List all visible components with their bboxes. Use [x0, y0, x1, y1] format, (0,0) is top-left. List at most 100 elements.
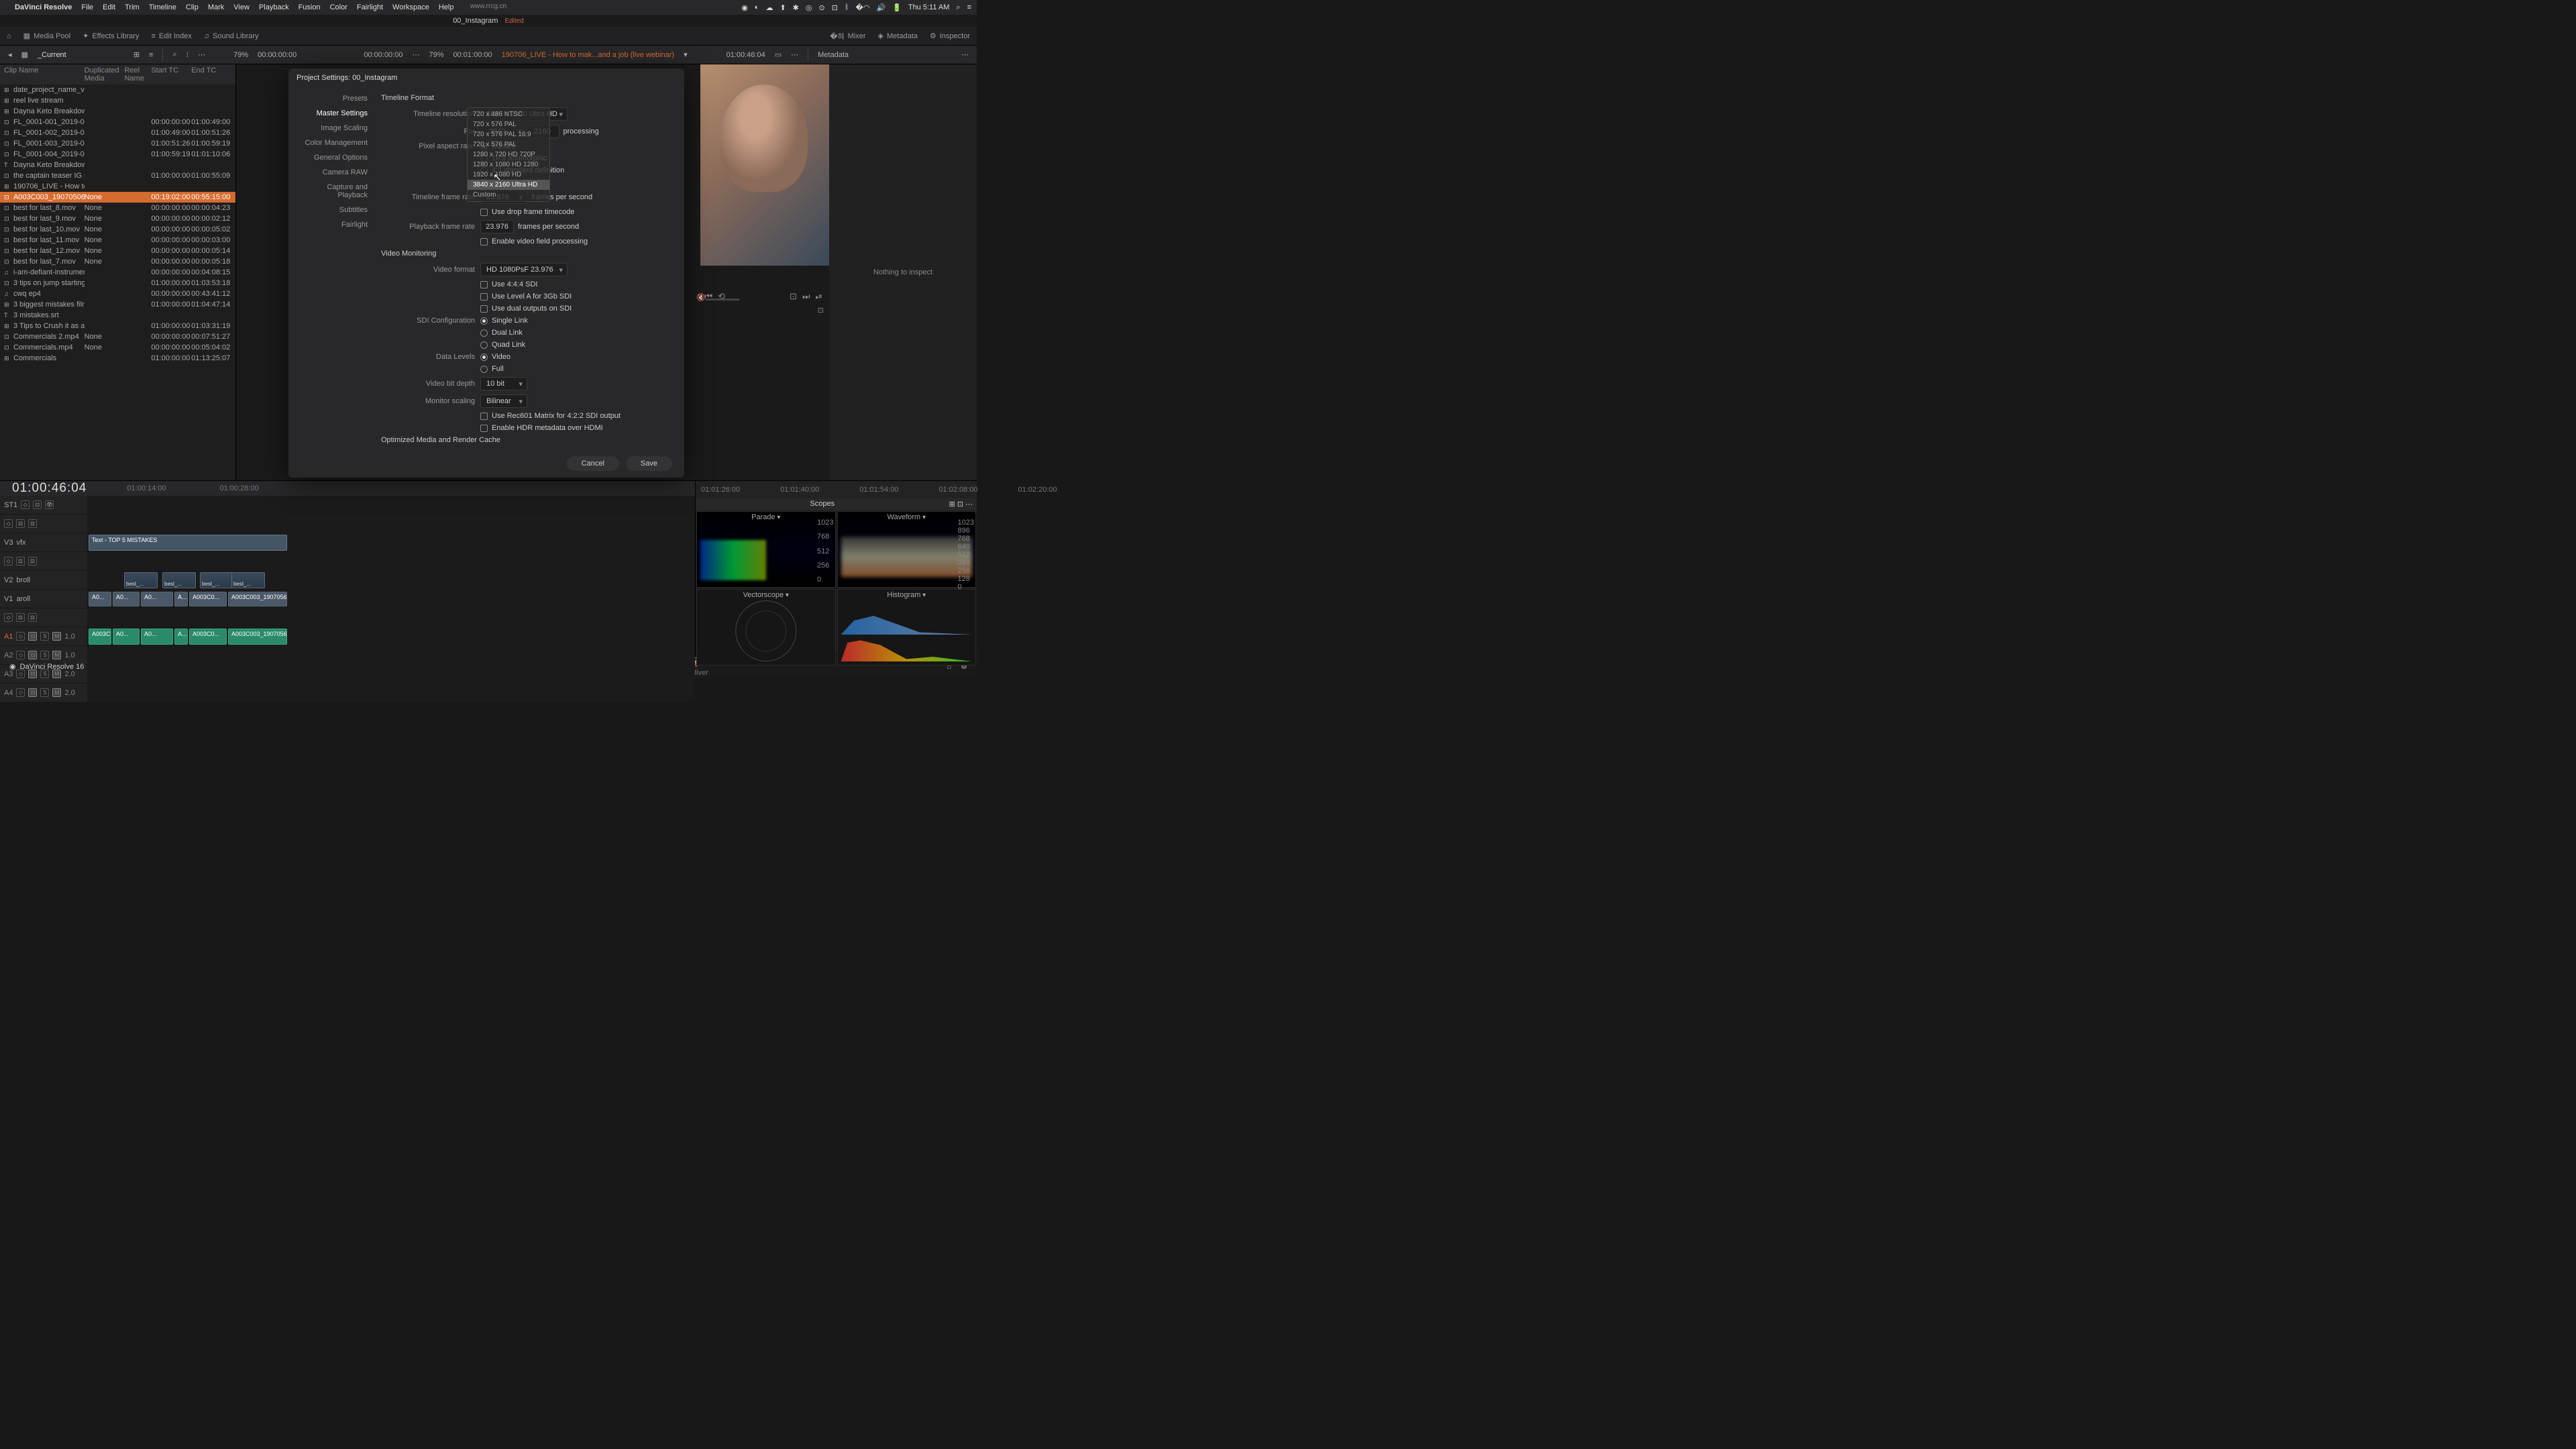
- track-v2[interactable]: V2broll: [0, 571, 87, 590]
- media-pool-row[interactable]: ⊞Dayna Keto Breakdown: [0, 106, 235, 117]
- media-pool-row[interactable]: ⊡best for last_8.movNone00:00:00:0000:00…: [0, 203, 235, 213]
- media-pool-row[interactable]: ⊡Commercials.mp4None00:00:00:0000:05:04:…: [0, 342, 235, 353]
- media-pool-row[interactable]: ⊡Commercials 2.mp4None00:00:00:0000:07:5…: [0, 331, 235, 342]
- res-option[interactable]: 1280 x 1080 HD 1280: [468, 160, 549, 170]
- media-pool-row[interactable]: ⊡best for last_10.movNone00:00:00:0000:0…: [0, 224, 235, 235]
- sort-icon[interactable]: ⁝: [186, 50, 189, 59]
- media-pool-row[interactable]: ⊞3 Tips to Crush it as a free...01:00:00…: [0, 321, 235, 331]
- dl-video-radio[interactable]: [480, 354, 488, 361]
- tray-menu-icon[interactable]: ≡: [967, 3, 971, 11]
- track-a4[interactable]: A4◇⊡SM2.0: [0, 684, 87, 702]
- menu-trim[interactable]: Trim: [125, 3, 140, 11]
- dim-icon[interactable]: ⊡: [818, 306, 824, 315]
- res-option[interactable]: 720 x 576 PAL: [468, 119, 549, 129]
- tray-icon[interactable]: ⊙: [819, 3, 825, 12]
- mute-icon[interactable]: 🔇: [696, 293, 706, 302]
- rec601-checkbox[interactable]: [480, 413, 488, 420]
- tray-search-icon[interactable]: ⌕: [956, 3, 960, 12]
- source-zoom[interactable]: 79%: [233, 51, 248, 59]
- track-v3-ctrl[interactable]: ◇⊡⊡: [0, 552, 87, 571]
- menu-view[interactable]: View: [233, 3, 250, 11]
- media-pool-row[interactable]: ⊞3 biggest mistakes filmma...01:00:00:00…: [0, 299, 235, 310]
- program-viewer[interactable]: [700, 64, 829, 266]
- cat-fairlight[interactable]: Fairlight: [288, 217, 376, 232]
- title-clip[interactable]: Text - TOP 5 MISTAKES: [89, 535, 287, 551]
- res-option[interactable]: 1920 x 1080 HD: [468, 170, 549, 180]
- menu-fusion[interactable]: Fusion: [299, 3, 321, 11]
- sdi-dual-radio[interactable]: [480, 329, 488, 337]
- media-pool-row[interactable]: ⊡best for last_9.movNone00:00:00:0000:00…: [0, 213, 235, 224]
- media-pool-row[interactable]: TDayna Keto Breakdown.srt: [0, 160, 235, 170]
- video-clip[interactable]: A003C0...: [189, 592, 227, 606]
- bin-list-icon[interactable]: ▦: [21, 50, 28, 59]
- chevron-down-icon[interactable]: ▾: [684, 50, 688, 59]
- res-option[interactable]: Custom: [468, 190, 549, 200]
- vfp-checkbox[interactable]: [480, 238, 488, 246]
- tl-zoom[interactable]: 79%: [429, 51, 443, 59]
- cancel-button[interactable]: Cancel: [567, 456, 619, 471]
- media-pool-row[interactable]: ⊞Commercials01:00:00:0001:13:25:07: [0, 353, 235, 364]
- dropframe-checkbox[interactable]: [480, 209, 488, 216]
- timeline-tracks[interactable]: Text - TOP 5 MISTAKES best_... best_... …: [87, 496, 695, 702]
- last-icon[interactable]: ⏯: [816, 291, 822, 302]
- options-icon[interactable]: ⋯: [198, 50, 205, 59]
- timeline-name[interactable]: 190706_LIVE - How to mak...and a job (li…: [502, 51, 674, 59]
- menu-workspace[interactable]: Workspace: [392, 3, 429, 11]
- track-v1[interactable]: V1aroll: [0, 590, 87, 608]
- tray-bluetooth-icon[interactable]: ᛒ: [845, 3, 849, 11]
- tray-icon[interactable]: ☁: [765, 3, 773, 12]
- tray-volume-icon[interactable]: 🔊: [876, 3, 885, 12]
- col-end[interactable]: End TC: [191, 66, 231, 83]
- vectorscope[interactable]: Vectorscope ▾: [696, 589, 836, 665]
- cat-master-settings[interactable]: Master Settings: [288, 106, 376, 121]
- audio-clip[interactable]: A...: [174, 629, 188, 645]
- cat-presets[interactable]: Presets: [288, 91, 376, 106]
- menu-playback[interactable]: Playback: [259, 3, 289, 11]
- video-clip[interactable]: A...: [174, 592, 188, 606]
- res-option-selected[interactable]: 3840 x 2160 Ultra HD: [468, 180, 549, 190]
- col-dup[interactable]: Duplicated Media: [85, 66, 125, 83]
- match-frame-icon[interactable]: ⊡: [790, 291, 797, 302]
- tray-wifi-icon[interactable]: �◠: [856, 3, 870, 12]
- menu-help[interactable]: Help: [439, 3, 454, 11]
- video-clip[interactable]: A0...: [141, 592, 173, 606]
- media-pool-row[interactable]: ⊡FL_0001-001_2019-07-06_...00:00:00:0001…: [0, 117, 235, 127]
- monitor-scaling-dropdown[interactable]: Bilinear: [480, 394, 527, 408]
- cat-subtitles[interactable]: Subtitles: [288, 203, 376, 217]
- cat-camera-raw[interactable]: Camera RAW: [288, 165, 376, 180]
- dl-full-radio[interactable]: [480, 366, 488, 373]
- save-button[interactable]: Save: [626, 456, 672, 471]
- levela-checkbox[interactable]: [480, 293, 488, 301]
- cat-capture-playback[interactable]: Capture and Playback: [288, 180, 376, 203]
- res-option[interactable]: 720 x 576 PAL: [468, 140, 549, 150]
- bin-back-icon[interactable]: ◂: [8, 50, 12, 59]
- media-pool-row[interactable]: ⊞date_project_name_version: [0, 85, 235, 95]
- media-pool-row[interactable]: ⊡FL_0001-002_2019-07-06_...01:00:49:0001…: [0, 127, 235, 138]
- audio-clip[interactable]: A003C...: [89, 629, 111, 645]
- media-pool-row[interactable]: ♫i-am-defiant-instrumental-...00:00:00:0…: [0, 267, 235, 278]
- media-pool-row[interactable]: ⊡best for last_12.movNone00:00:00:0000:0…: [0, 246, 235, 256]
- master-timecode[interactable]: 01:00:46:04: [12, 481, 87, 496]
- cat-color-management[interactable]: Color Management: [288, 136, 376, 150]
- res-option[interactable]: 720 x 486 NTSC: [468, 109, 549, 119]
- media-pool-row[interactable]: ⊡FL_0001-004_2019-07-06_...01:00:59:1901…: [0, 149, 235, 160]
- res-option[interactable]: 1280 x 720 HD 720P: [468, 150, 549, 160]
- menu-color[interactable]: Color: [330, 3, 347, 11]
- scopes-layout-icon[interactable]: ⊞ ⊡ ⋯: [949, 500, 973, 508]
- audio-clip[interactable]: A003C003_1907056X_CA...: [228, 629, 287, 645]
- track-v1-ctrl[interactable]: ◇⊡⊡: [0, 608, 87, 627]
- cat-image-scaling[interactable]: Image Scaling: [288, 121, 376, 136]
- media-pool-row[interactable]: ♫cwq ep400:00:00:0000:43:41:12: [0, 288, 235, 299]
- histogram-scope[interactable]: Histogram ▾: [837, 589, 977, 665]
- menu-mark[interactable]: Mark: [208, 3, 224, 11]
- col-start[interactable]: Start TC: [151, 66, 191, 83]
- track-toggle[interactable]: ◇: [21, 500, 30, 509]
- resolution-dropdown-menu[interactable]: 720 x 486 NTSC 720 x 576 PAL 720 x 576 P…: [467, 107, 550, 202]
- media-pool-row[interactable]: ⊞190706_LIVE - How to mak...: [0, 181, 235, 192]
- media-pool-row[interactable]: ⊡best for last_11.movNone00:00:00:0000:0…: [0, 235, 235, 246]
- res-option[interactable]: 720 x 576 PAL 16:9: [468, 129, 549, 140]
- menu-fairlight[interactable]: Fairlight: [357, 3, 383, 11]
- options-icon[interactable]: ⋯: [412, 50, 419, 59]
- tray-clock[interactable]: Thu 5:11 AM: [908, 3, 950, 11]
- media-pool-row[interactable]: ⊡A003C003_19070506X_CAN...None00:19:02:0…: [0, 192, 235, 203]
